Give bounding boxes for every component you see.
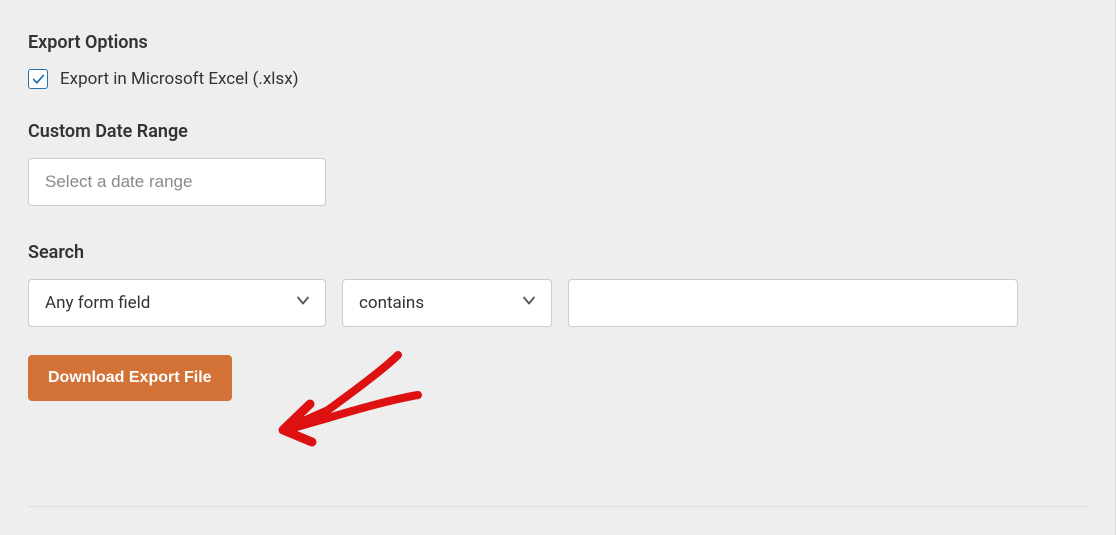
export-panel: Export Options Export in Microsoft Excel… [0, 0, 1116, 535]
search-heading: Search [28, 242, 1087, 263]
check-icon [32, 73, 45, 86]
export-options-heading: Export Options [28, 32, 1087, 53]
export-excel-checkbox-row: Export in Microsoft Excel (.xlsx) [28, 69, 1087, 89]
download-export-button[interactable]: Download Export File [28, 355, 232, 401]
divider [28, 506, 1087, 507]
date-range-input[interactable] [28, 158, 326, 206]
search-value-input[interactable] [568, 279, 1018, 327]
search-field-value: Any form field [45, 293, 150, 313]
search-row: Any form field contains [28, 279, 1087, 327]
search-field-select[interactable]: Any form field [28, 279, 326, 327]
search-operator-value: contains [359, 293, 424, 313]
date-range-heading: Custom Date Range [28, 121, 1087, 142]
export-excel-label: Export in Microsoft Excel (.xlsx) [60, 69, 299, 89]
annotation-arrow-icon [268, 350, 438, 465]
chevron-down-icon [295, 293, 311, 314]
chevron-down-icon [521, 293, 537, 314]
search-operator-select[interactable]: contains [342, 279, 552, 327]
export-excel-checkbox[interactable] [28, 69, 48, 89]
